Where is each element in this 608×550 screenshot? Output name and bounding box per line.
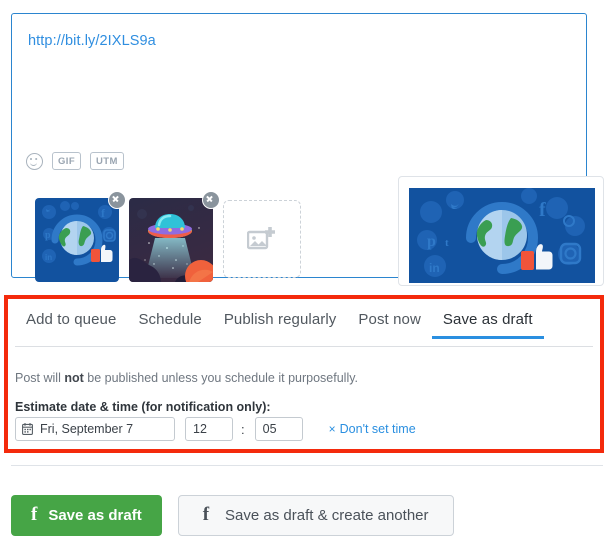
post-preview-card: f p in t — [398, 176, 604, 286]
hour-input[interactable]: 12 — [185, 417, 233, 441]
clear-time-link[interactable]: × Don't set time — [329, 422, 416, 436]
publish-note-suffix: be published unless you schedule it purp… — [83, 371, 359, 385]
emoji-icon[interactable] — [26, 152, 43, 170]
svg-text:t: t — [445, 237, 449, 249]
minute-input-value: 05 — [262, 422, 277, 436]
svg-text:f: f — [539, 199, 546, 221]
calendar-icon — [22, 423, 33, 435]
tab-schedule[interactable]: Schedule — [127, 307, 212, 339]
publish-note-emphasis: not — [64, 371, 84, 385]
composer-link-text[interactable]: http://bit.ly/2IXLS9a — [28, 33, 156, 49]
ufo-illustration-thumbnail[interactable] — [129, 198, 213, 282]
facebook-icon: f — [202, 504, 210, 525]
add-image-button[interactable] — [223, 200, 301, 278]
gif-button[interactable]: GIF — [52, 152, 82, 170]
estimate-datetime-row: Fri, September 7 12 : 05 × Don't set tim… — [15, 417, 416, 441]
publish-note-prefix: Post will — [15, 371, 65, 385]
save-as-draft-create-another-button-label: Save as draft & create another — [225, 507, 429, 524]
hour-input-value: 12 — [193, 422, 207, 436]
preview-globe-graphic: f p in t — [409, 188, 595, 283]
time-separator: : — [241, 421, 245, 437]
add-image-icon — [247, 227, 275, 250]
close-icon: × — [328, 422, 336, 436]
list-item: f p in — [35, 191, 126, 282]
remove-attachment-icon[interactable] — [202, 191, 220, 209]
social-globe-thumbnail[interactable]: f p in — [35, 198, 119, 282]
schedule-tabs: Add to queue Schedule Publish regularly … — [15, 307, 600, 347]
svg-text:in: in — [45, 253, 52, 262]
schedule-options-highlight: Add to queue Schedule Publish regularly … — [4, 295, 604, 453]
svg-text:p: p — [427, 233, 436, 250]
date-input-value: Fri, September 7 — [40, 422, 134, 436]
svg-text:in: in — [429, 261, 440, 275]
publish-note: Post will not be published unless you sc… — [15, 371, 358, 385]
ufo-illustration-image — [129, 198, 213, 282]
social-globe-image: f p in — [35, 198, 119, 282]
facebook-icon: f — [31, 504, 38, 525]
tab-add-to-queue[interactable]: Add to queue — [15, 307, 127, 339]
footer-divider — [11, 465, 603, 466]
minute-input[interactable]: 05 — [254, 417, 303, 441]
list-item — [129, 191, 220, 282]
save-as-draft-create-another-button[interactable]: f Save as draft & create another — [177, 495, 454, 536]
date-input[interactable]: Fri, September 7 — [15, 417, 175, 441]
tab-save-as-draft[interactable]: Save as draft — [431, 307, 544, 339]
save-as-draft-button-label: Save as draft — [48, 507, 142, 524]
footer-actions: f Save as draft f Save as draft & create… — [11, 495, 454, 536]
clear-time-label: Don't set time — [339, 422, 416, 436]
preview-social-globe-image: f p in t — [409, 188, 595, 283]
tab-bar-divider — [15, 346, 593, 347]
tab-publish-regularly[interactable]: Publish regularly — [213, 307, 348, 339]
save-as-draft-button[interactable]: f Save as draft — [11, 495, 162, 536]
utm-button[interactable]: UTM — [90, 152, 124, 170]
estimate-datetime-label: Estimate date & time (for notification o… — [15, 400, 271, 414]
svg-text:p: p — [45, 230, 51, 241]
composer-toolbar: GIF UTM — [26, 152, 124, 170]
remove-attachment-icon[interactable] — [108, 191, 126, 209]
attachment-thumbnail-list: f p in — [35, 191, 301, 282]
tab-post-now[interactable]: Post now — [347, 307, 432, 339]
